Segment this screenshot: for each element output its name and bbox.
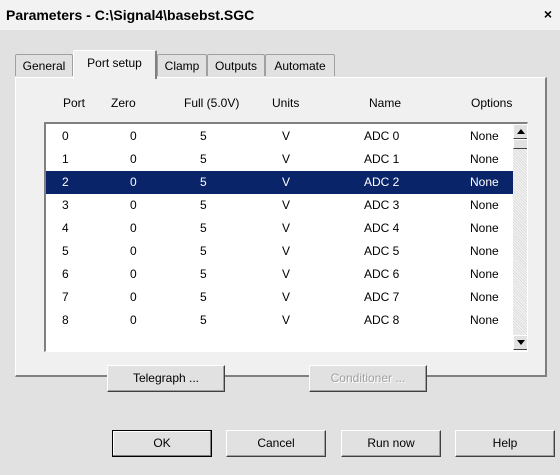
cell-options: None bbox=[470, 244, 499, 258]
arrow-down-icon bbox=[517, 340, 525, 345]
cell-zero: 0 bbox=[130, 267, 137, 281]
list-item[interactable]: 5 0 5 V ADC 5 None bbox=[46, 240, 514, 263]
cell-name: ADC 3 bbox=[364, 198, 400, 212]
cell-zero: 0 bbox=[130, 175, 137, 189]
tab-automate[interactable]: Automate bbox=[265, 54, 335, 76]
cell-units: V bbox=[282, 221, 291, 235]
cell-options: None bbox=[470, 313, 499, 327]
cell-name: ADC 0 bbox=[364, 129, 400, 143]
cell-units: V bbox=[282, 244, 291, 258]
cell-options: None bbox=[470, 152, 499, 166]
conditioner-button: Conditioner ... bbox=[309, 365, 427, 392]
port-setup-panel: Port Zero Full (5.0V) Units Name Options… bbox=[15, 77, 547, 392]
cancel-button[interactable]: Cancel bbox=[226, 430, 326, 457]
column-header-port: Port bbox=[63, 96, 86, 110]
cell-full: 5 bbox=[200, 313, 207, 327]
cell-units: V bbox=[282, 175, 291, 189]
cell-name: ADC 4 bbox=[364, 221, 400, 235]
parameters-dialog: General Port setup Clamp Outputs Automat… bbox=[0, 30, 560, 475]
telegraph-button[interactable]: Telegraph ... bbox=[107, 365, 225, 392]
cell-zero: 0 bbox=[130, 221, 137, 235]
cell-options: None bbox=[470, 175, 499, 189]
cell-port: 4 bbox=[62, 221, 69, 235]
column-header-name: Name bbox=[369, 96, 402, 110]
cell-units: V bbox=[282, 198, 291, 212]
cell-port: 7 bbox=[62, 290, 69, 304]
cell-zero: 0 bbox=[130, 198, 137, 212]
column-header-zero: Zero bbox=[111, 96, 136, 110]
cell-options: None bbox=[470, 290, 499, 304]
cell-options: None bbox=[470, 129, 499, 143]
list-item[interactable]: 1 0 5 V ADC 1 None bbox=[46, 148, 514, 171]
cell-full: 5 bbox=[200, 221, 207, 235]
help-button[interactable]: Help bbox=[455, 430, 555, 457]
column-header-full: Full (5.0V) bbox=[184, 96, 240, 110]
close-icon[interactable]: × bbox=[540, 6, 556, 22]
tab-clamp[interactable]: Clamp bbox=[157, 54, 207, 76]
title-bar: Parameters - C:\Signal4\basebst.SGC × bbox=[0, 0, 560, 31]
cell-port: 5 bbox=[62, 244, 69, 258]
list-item[interactable]: 3 0 5 V ADC 3 None bbox=[46, 194, 514, 217]
cell-name: ADC 2 bbox=[364, 175, 400, 189]
cell-units: V bbox=[282, 129, 291, 143]
cell-zero: 0 bbox=[130, 129, 137, 143]
cell-name: ADC 8 bbox=[364, 313, 400, 327]
cell-options: None bbox=[470, 198, 499, 212]
list-item[interactable]: 2 0 5 V ADC 2 None bbox=[46, 171, 514, 194]
list-item[interactable]: 4 0 5 V ADC 4 None bbox=[46, 217, 514, 240]
cell-name: ADC 6 bbox=[364, 267, 400, 281]
cell-units: V bbox=[282, 313, 291, 327]
cell-units: V bbox=[282, 290, 291, 304]
cell-zero: 0 bbox=[130, 313, 137, 327]
ok-button[interactable]: OK bbox=[112, 430, 212, 457]
cell-zero: 0 bbox=[130, 152, 137, 166]
cell-name: ADC 7 bbox=[364, 290, 400, 304]
column-header-units: Units bbox=[272, 96, 300, 110]
list-item[interactable]: 8 0 5 V ADC 8 None bbox=[46, 309, 514, 332]
list-item[interactable]: 6 0 5 V ADC 6 None bbox=[46, 263, 514, 286]
cell-zero: 0 bbox=[130, 244, 137, 258]
cell-full: 5 bbox=[200, 290, 207, 304]
scroll-thumb[interactable] bbox=[513, 139, 527, 149]
run-now-button[interactable]: Run now bbox=[341, 430, 441, 457]
cell-port: 2 bbox=[62, 175, 69, 189]
window-title: Parameters - C:\Signal4\basebst.SGC bbox=[6, 7, 255, 23]
cell-port: 6 bbox=[62, 267, 69, 281]
column-headers: Port Zero Full (5.0V) Units Name Options bbox=[16, 96, 545, 114]
cell-port: 8 bbox=[62, 313, 69, 327]
scroll-up-button[interactable] bbox=[513, 124, 527, 139]
cell-options: None bbox=[470, 267, 499, 281]
tab-outputs[interactable]: Outputs bbox=[207, 54, 265, 76]
cell-name: ADC 1 bbox=[364, 152, 400, 166]
cell-port: 3 bbox=[62, 198, 69, 212]
tab-port-setup[interactable]: Port setup bbox=[73, 50, 157, 79]
cell-full: 5 bbox=[200, 129, 207, 143]
list-item[interactable]: 0 0 5 V ADC 0 None bbox=[46, 125, 514, 148]
column-header-options: Options bbox=[471, 96, 513, 110]
cell-units: V bbox=[282, 267, 291, 281]
cell-port: 1 bbox=[62, 152, 69, 166]
cell-units: V bbox=[282, 152, 291, 166]
cell-port: 0 bbox=[62, 129, 69, 143]
cell-full: 5 bbox=[200, 244, 207, 258]
cell-full: 5 bbox=[200, 152, 207, 166]
cell-name: ADC 5 bbox=[364, 244, 400, 258]
cell-full: 5 bbox=[200, 175, 207, 189]
port-list[interactable]: 0 0 5 V ADC 0 None 1 0 5 V ADC 1 None 2 0 5 V ADC 2 None 3… bbox=[44, 122, 528, 352]
list-item[interactable]: 7 0 5 V ADC 7 None bbox=[46, 286, 514, 309]
scroll-down-button[interactable] bbox=[513, 335, 527, 350]
cell-full: 5 bbox=[200, 198, 207, 212]
arrow-up-icon bbox=[517, 129, 525, 134]
tab-general[interactable]: General bbox=[15, 54, 73, 76]
cell-full: 5 bbox=[200, 267, 207, 281]
cell-options: None bbox=[470, 221, 499, 235]
cell-zero: 0 bbox=[130, 290, 137, 304]
vertical-scrollbar[interactable] bbox=[513, 124, 527, 350]
